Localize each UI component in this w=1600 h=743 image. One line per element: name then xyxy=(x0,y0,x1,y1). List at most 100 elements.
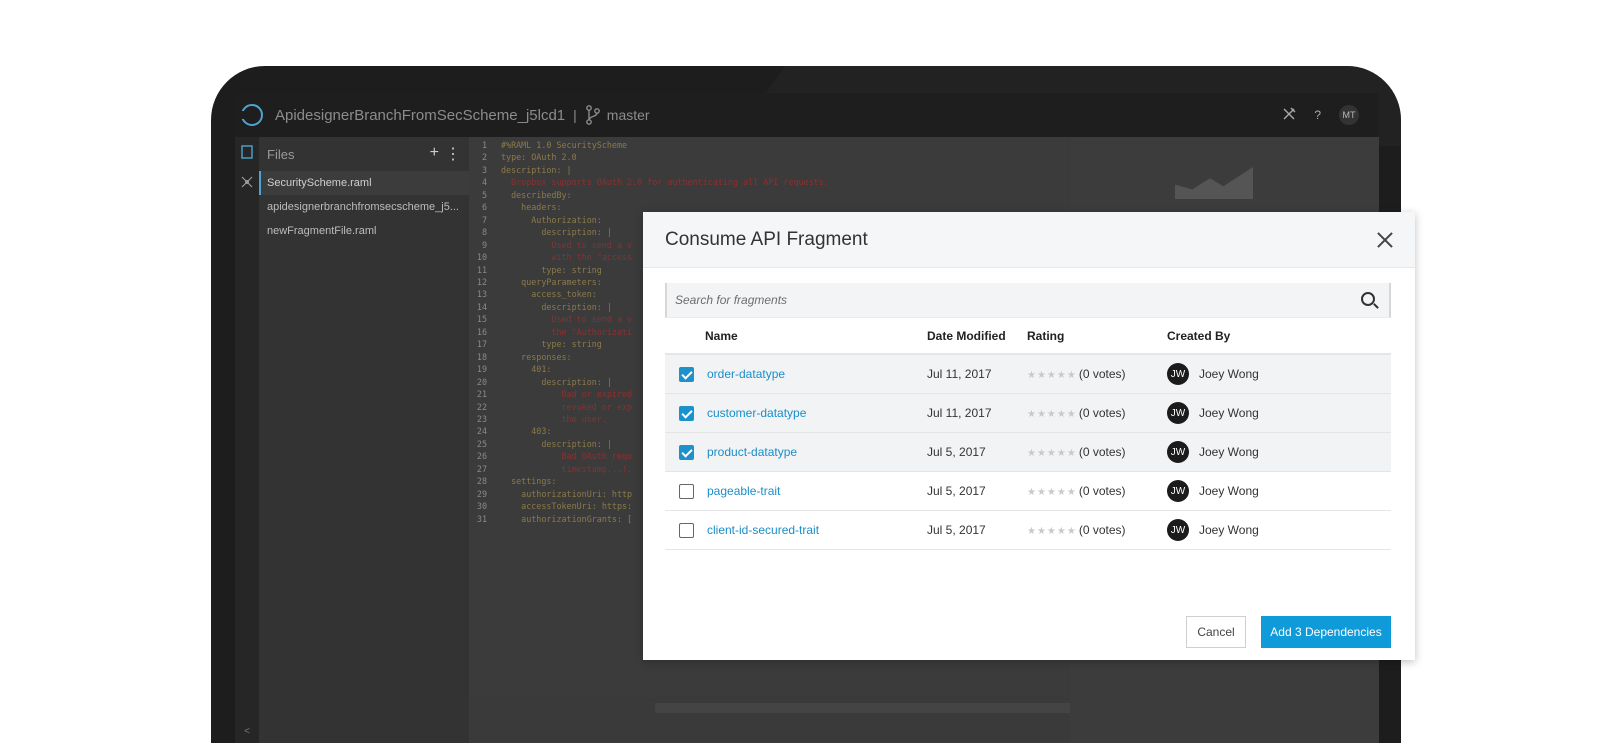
code-text: revoked or exp xyxy=(501,401,633,412)
column-header-rating[interactable]: Rating xyxy=(1027,329,1167,343)
author-name: Joey Wong xyxy=(1199,523,1259,537)
created-by: JW Joey Wong xyxy=(1167,363,1391,385)
line-number: 29 xyxy=(476,488,487,499)
line-number: 17 xyxy=(476,339,487,350)
collapse-panel-button[interactable]: < xyxy=(235,726,259,737)
line-number: 18 xyxy=(476,351,487,362)
branch-name[interactable]: master xyxy=(607,107,650,123)
code-text: Bad or expired xyxy=(501,389,633,400)
table-row[interactable]: client-id-secured-trait Jul 5, 2017 ★★★★… xyxy=(665,511,1391,550)
modal-header: Consume API Fragment xyxy=(643,212,1415,268)
file-item[interactable]: apidesignerbranchfromsecscheme_j5... xyxy=(259,195,469,219)
code-text: description: | xyxy=(501,376,612,387)
date-modified: Jul 5, 2017 xyxy=(927,445,986,459)
search-icon[interactable] xyxy=(1361,292,1375,306)
row-checkbox[interactable] xyxy=(678,522,694,538)
row-checkbox[interactable] xyxy=(678,366,694,382)
user-avatar[interactable]: MT xyxy=(1339,105,1359,125)
fragment-name-link[interactable]: order-datatype xyxy=(707,367,785,381)
code-text: description: | xyxy=(501,164,572,175)
fragment-name-link[interactable]: pageable-trait xyxy=(707,484,780,498)
code-text: headers: xyxy=(501,202,562,213)
fragment-name-link[interactable]: product-datatype xyxy=(707,445,797,459)
code-text: the "Authorizati xyxy=(501,326,633,337)
more-options-button[interactable]: ⋮ xyxy=(445,144,461,164)
line-number: 27 xyxy=(476,463,487,474)
code-text: timestamp...). xyxy=(501,463,633,474)
star-rating-icon[interactable]: ★★★★★ xyxy=(1027,370,1077,381)
line-number: 6 xyxy=(481,202,487,213)
files-icon[interactable] xyxy=(239,145,255,161)
app-logo-icon xyxy=(239,104,263,126)
code-text: queryParameters: xyxy=(501,276,602,287)
fragment-name-link[interactable]: client-id-secured-trait xyxy=(707,523,819,537)
add-file-button[interactable]: + xyxy=(430,144,439,164)
help-button[interactable]: ? xyxy=(1314,108,1321,122)
line-number: 10 xyxy=(476,252,487,263)
line-number: 13 xyxy=(476,289,487,300)
file-item[interactable]: newFragmentFile.raml xyxy=(259,219,469,243)
avatar: JW xyxy=(1167,441,1189,463)
code-text: the user. xyxy=(501,413,607,424)
created-by: JW Joey Wong xyxy=(1167,402,1391,424)
line-number: 14 xyxy=(476,301,487,312)
line-number: 12 xyxy=(476,276,487,287)
code-text: accessTokenUri: https: xyxy=(501,501,633,512)
row-checkbox[interactable] xyxy=(678,444,694,460)
code-text: Used to send a v xyxy=(501,314,633,325)
dependencies-icon[interactable] xyxy=(239,175,255,191)
column-header-date[interactable]: Date Modified xyxy=(927,329,1027,343)
file-panel: Files + ⋮ SecurityScheme.raml apidesigne… xyxy=(259,137,469,743)
modal-title: Consume API Fragment xyxy=(665,228,868,250)
code-text: 401: xyxy=(501,364,552,375)
table-row[interactable]: product-datatype Jul 5, 2017 ★★★★★ (0 vot… xyxy=(665,433,1391,472)
close-icon[interactable] xyxy=(1377,232,1393,248)
rating: ★★★★★ (0 votes) xyxy=(1027,445,1167,459)
code-text: 403: xyxy=(501,426,552,437)
row-checkbox[interactable] xyxy=(678,405,694,421)
line-number: 26 xyxy=(476,451,487,462)
table-row[interactable]: pageable-trait Jul 5, 2017 ★★★★★ (0 votes… xyxy=(665,472,1391,511)
star-rating-icon[interactable]: ★★★★★ xyxy=(1027,526,1077,537)
vote-count: (0 votes) xyxy=(1078,445,1126,459)
code-line[interactable]: 3 description: | xyxy=(469,164,1069,176)
avatar: JW xyxy=(1167,480,1189,502)
line-number: 1 xyxy=(481,140,487,150)
author-name: Joey Wong xyxy=(1199,406,1259,420)
date-modified: Jul 5, 2017 xyxy=(927,484,986,498)
star-rating-icon[interactable]: ★★★★★ xyxy=(1027,409,1077,420)
vote-count: (0 votes) xyxy=(1078,406,1126,420)
code-text: Dropbox supports OAuth 2.0 for authentic… xyxy=(501,177,829,188)
code-line[interactable]: 5 describedBy: xyxy=(469,189,1069,201)
add-dependencies-button[interactable]: Add 3 Dependencies xyxy=(1261,616,1391,648)
line-number: 21 xyxy=(476,389,487,400)
code-text: description: | xyxy=(501,438,612,449)
tools-icon[interactable] xyxy=(1282,107,1296,124)
cancel-button[interactable]: Cancel xyxy=(1186,616,1246,648)
line-number: 15 xyxy=(476,314,487,325)
line-number: 8 xyxy=(481,227,487,238)
search-input[interactable] xyxy=(667,283,1389,317)
code-text: Used to send a v xyxy=(501,239,633,250)
vote-count: (0 votes) xyxy=(1078,523,1126,537)
code-text: settings: xyxy=(501,476,557,487)
file-item[interactable]: SecurityScheme.raml xyxy=(259,171,469,195)
code-text: access_token: xyxy=(501,289,597,300)
column-header-name[interactable]: Name xyxy=(705,329,927,343)
line-number: 22 xyxy=(476,401,487,412)
code-text: describedBy: xyxy=(501,189,572,200)
star-rating-icon[interactable]: ★★★★★ xyxy=(1027,487,1077,498)
line-number: 4 xyxy=(481,177,487,188)
code-line[interactable]: 2 type: OAuth 2.0 xyxy=(469,151,1069,163)
star-rating-icon[interactable]: ★★★★★ xyxy=(1027,448,1077,459)
fragment-name-link[interactable]: customer-datatype xyxy=(707,406,806,420)
code-line[interactable]: 1 #%RAML 1.0 SecurityScheme xyxy=(469,139,1069,151)
table-row[interactable]: customer-datatype Jul 11, 2017 ★★★★★ (0 v… xyxy=(665,394,1391,433)
code-text: #%RAML 1.0 SecurityScheme xyxy=(501,140,628,150)
row-checkbox[interactable] xyxy=(678,483,694,499)
image-placeholder-icon xyxy=(1175,167,1253,199)
code-line[interactable]: 4 Dropbox supports OAuth 2.0 for authent… xyxy=(469,176,1069,188)
table-row[interactable]: order-datatype Jul 11, 2017 ★★★★★ (0 vote… xyxy=(665,355,1391,394)
column-header-created-by[interactable]: Created By xyxy=(1167,329,1391,343)
fragments-table: Name Date Modified Rating Created By ord… xyxy=(665,318,1391,550)
